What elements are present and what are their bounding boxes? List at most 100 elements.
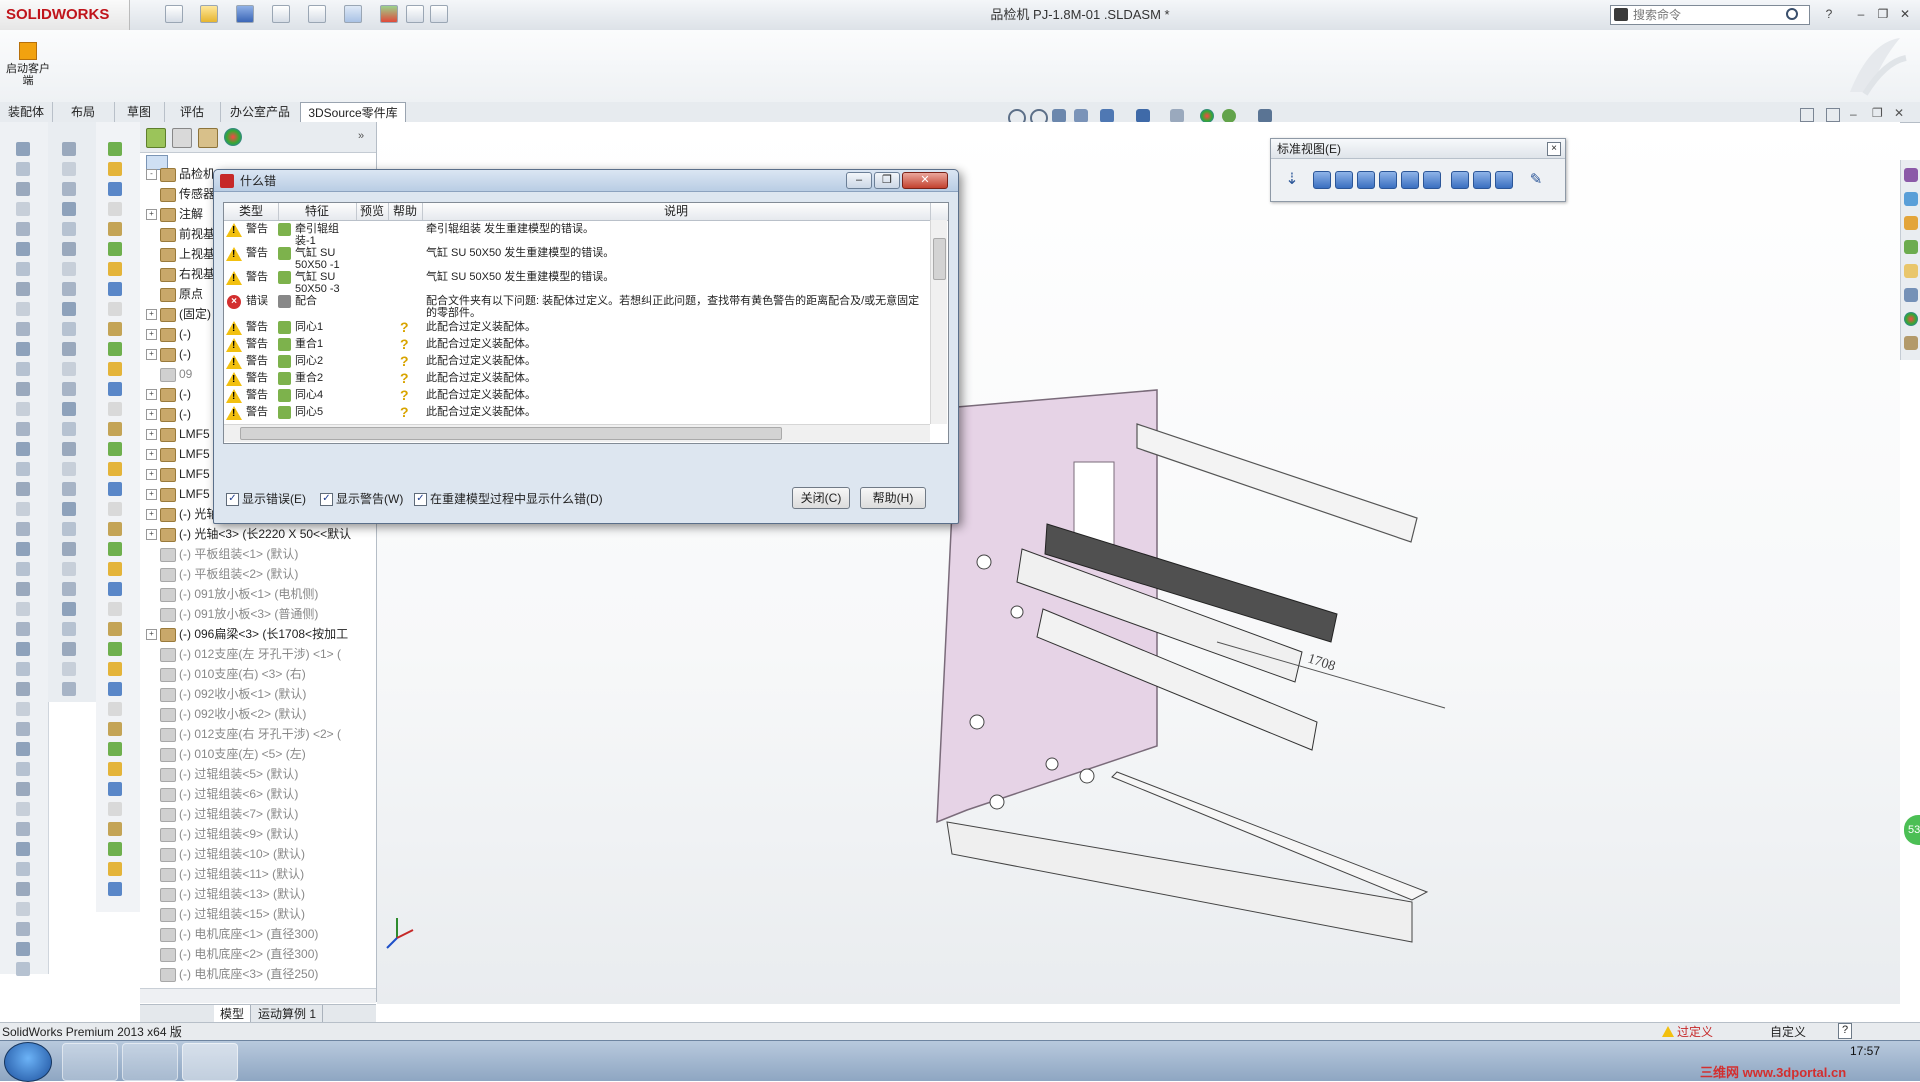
status-help-button[interactable]: ? [1838, 1023, 1852, 1039]
toolbar-tool-icon[interactable] [108, 482, 122, 496]
toolbar-tool-icon[interactable] [108, 802, 122, 816]
issue-row[interactable]: 警告 重合1? 此配合过定义装配体。 [224, 337, 930, 355]
toolbar-tool-icon[interactable] [108, 702, 122, 716]
launch-client-button[interactable]: 启动客户端 [6, 42, 50, 96]
tree-item[interactable]: (-) 电机底座<1> (直径300) [140, 924, 372, 944]
column-help[interactable]: 帮助 [388, 203, 423, 220]
toolbar-tool-icon[interactable] [16, 222, 30, 236]
tree-item[interactable]: (-) 092收小板<1> (默认) [140, 684, 372, 704]
column-feature[interactable]: 特征 [278, 203, 357, 220]
toolbar-tool-icon[interactable] [16, 342, 30, 356]
tree-item[interactable]: (-) 010支座(右) <3> (右) [140, 664, 372, 684]
toolbar-tool-icon[interactable] [62, 362, 76, 376]
view-palette-icon[interactable] [1904, 288, 1918, 302]
toolbar-tool-icon[interactable] [62, 502, 76, 516]
split-view-icon[interactable] [1826, 108, 1840, 122]
toolbar-tool-icon[interactable] [108, 422, 122, 436]
show-during-rebuild-checkbox[interactable]: ✓ 在重建模型过程中显示什么错(D) [414, 492, 603, 507]
toolbar-tool-icon[interactable] [16, 962, 30, 976]
expand-toggle-icon[interactable]: - [146, 169, 157, 181]
toolbar-tool-icon[interactable] [108, 302, 122, 316]
restore-button[interactable]: ❐ [1874, 6, 1892, 22]
toolbar-tool-icon[interactable] [108, 782, 122, 796]
print-icon[interactable] [272, 5, 290, 23]
toolbar-tool-icon[interactable] [108, 142, 122, 156]
toolbar-tool-icon[interactable] [108, 202, 122, 216]
help-question-icon[interactable]: ? [400, 405, 409, 419]
toolbar-tool-icon[interactable] [62, 662, 76, 676]
help-question-icon[interactable]: ? [400, 354, 409, 368]
toolbar-tool-icon[interactable] [108, 822, 122, 836]
toolbar-tool-icon[interactable] [16, 842, 30, 856]
folder-icon[interactable] [1904, 264, 1918, 278]
toolbar-tool-icon[interactable] [16, 242, 30, 256]
toolbar-tool-icon[interactable] [108, 462, 122, 476]
tab-3dsource[interactable]: 3DSource零件库 [300, 102, 406, 123]
tree-item[interactable]: (-) 平板组装<1> (默认) [140, 544, 372, 564]
search-commands-input[interactable]: 搜索命令 [1610, 5, 1810, 25]
toolbar-tool-icon[interactable] [108, 562, 122, 576]
toolbar-tool-icon[interactable] [62, 262, 76, 276]
tab-evaluate[interactable]: 评估 [164, 102, 221, 122]
tree-item[interactable]: + (-) 096扁梁<3> (长1708<按加工 [140, 624, 372, 644]
toolbar-tool-icon[interactable] [16, 502, 30, 516]
rebuild-icon[interactable] [380, 5, 398, 23]
expand-toggle-icon[interactable]: + [146, 429, 157, 441]
toolbar-tool-icon[interactable] [16, 362, 30, 376]
dialog-close-button[interactable]: ✕ [902, 172, 948, 189]
toolbar-tool-icon[interactable] [62, 462, 76, 476]
toolbar-tool-icon[interactable] [16, 382, 30, 396]
tree-item[interactable]: (-) 电机底座<3> (直径250) [140, 964, 372, 984]
toolbar-tool-icon[interactable] [108, 762, 122, 776]
section-view-icon[interactable] [1074, 109, 1088, 123]
toolbar-tool-icon[interactable] [16, 282, 30, 296]
tree-item[interactable]: + (-) 光轴<3> (长2220 X 50<<默认 [140, 524, 372, 544]
toolbar-tool-icon[interactable] [62, 222, 76, 236]
toolbar-tool-icon[interactable] [62, 342, 76, 356]
toolbar-tool-icon[interactable] [16, 722, 30, 736]
overdefined-status[interactable]: 过定义 [1677, 1023, 1713, 1041]
tree-item[interactable]: (-) 过辊组装<13> (默认) [140, 884, 372, 904]
toolbar-tool-icon[interactable] [16, 142, 30, 156]
toolbar-tool-icon[interactable] [16, 402, 30, 416]
expand-toggle-icon[interactable]: + [146, 329, 157, 341]
design-library-icon[interactable] [1904, 192, 1918, 206]
dialog-minimize-button[interactable]: – [846, 172, 872, 189]
tree-item[interactable]: (-) 电机底座<2> (直径300) [140, 944, 372, 964]
toolbar-tool-icon[interactable] [16, 802, 30, 816]
toolbar-tool-icon[interactable] [108, 682, 122, 696]
toolbar-tool-icon[interactable] [108, 742, 122, 756]
show-during-rebuild-checkmark[interactable]: ✓ [414, 493, 427, 507]
toolbar-tool-icon[interactable] [62, 482, 76, 496]
tab-sketch[interactable]: 草图 [114, 102, 165, 122]
help-question-icon[interactable]: ? [400, 337, 409, 351]
toolbar-tool-icon[interactable] [108, 282, 122, 296]
toolbar-tool-icon[interactable] [108, 162, 122, 176]
solidworks-taskbar-icon[interactable] [182, 1043, 238, 1081]
expand-toggle-icon[interactable]: + [146, 349, 157, 361]
toolbar-tool-icon[interactable] [108, 442, 122, 456]
column-type[interactable]: 类型 [224, 203, 279, 220]
toolbar-tool-icon[interactable] [108, 322, 122, 336]
file-properties-icon[interactable] [406, 5, 424, 23]
issues-horizontal-scrollbar[interactable] [224, 424, 930, 442]
toolbar-tool-icon[interactable] [16, 702, 30, 716]
issue-row[interactable]: 警告 牵引辊组装-1 牵引辊组装 发生重建模型的错误。 [224, 223, 930, 247]
help-question-icon[interactable]: ? [400, 320, 409, 334]
toolbar-tool-icon[interactable] [108, 842, 122, 856]
dialog-maximize-button[interactable]: ❐ [874, 172, 900, 189]
toolbar-tool-icon[interactable] [16, 662, 30, 676]
tree-item[interactable]: (-) 过辊组装<7> (默认) [140, 804, 372, 824]
expand-toggle-icon[interactable]: + [146, 449, 157, 461]
toolbar-tool-icon[interactable] [62, 182, 76, 196]
tab-office-products[interactable]: 办公室产品 [220, 102, 301, 122]
issue-row[interactable]: 警告 重合2? 此配合过定义装配体。 [224, 371, 930, 389]
toolbar-tool-icon[interactable] [16, 682, 30, 696]
toolbar-tool-icon[interactable] [62, 202, 76, 216]
doc-restore-button[interactable]: ❐ [1872, 106, 1883, 120]
toolbar-tool-icon[interactable] [16, 602, 30, 616]
show-warnings-checkbox[interactable]: ✓ 显示警告(W) [320, 492, 403, 507]
column-description[interactable]: 说明 [422, 203, 931, 220]
toolbar-tool-icon[interactable] [16, 942, 30, 956]
new-document-icon[interactable] [165, 5, 183, 23]
